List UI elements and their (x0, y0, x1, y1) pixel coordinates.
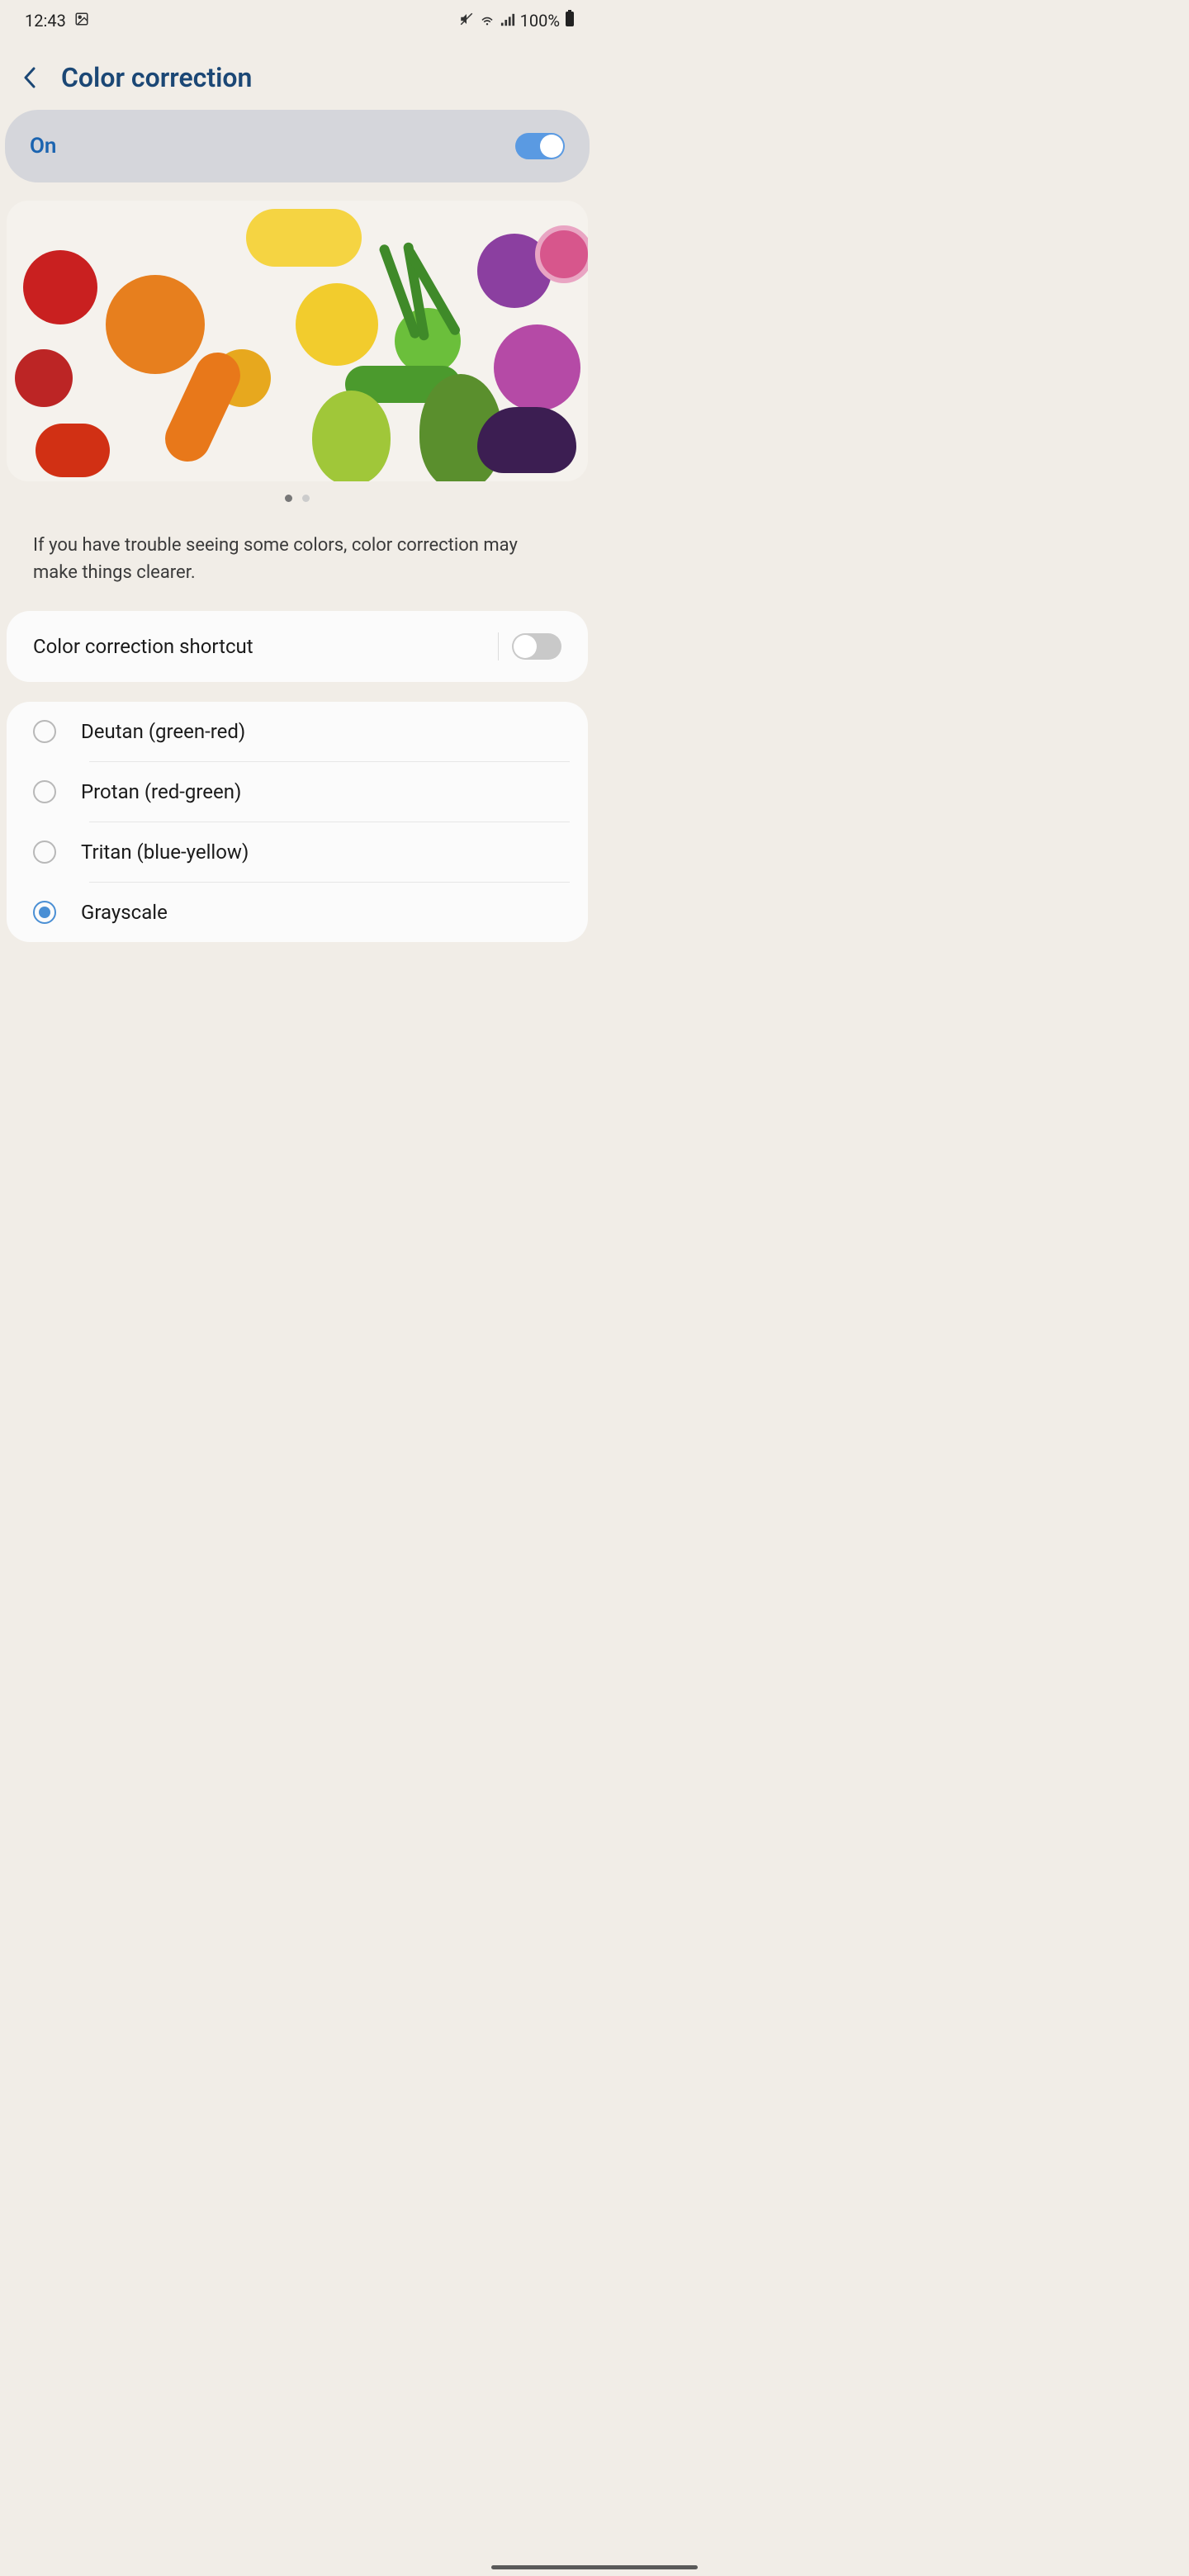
wifi-icon (479, 11, 495, 31)
mode-label: Protan (red-green) (81, 780, 241, 803)
shortcut-toggle-switch[interactable] (512, 633, 561, 660)
pager-dot[interactable] (285, 495, 292, 502)
modes-card: Deutan (green-red) Protan (red-green) Tr… (7, 702, 588, 942)
battery-percent: 100% (520, 11, 560, 31)
mute-icon (459, 11, 474, 31)
mode-label: Deutan (green-red) (81, 720, 245, 743)
shortcut-row[interactable]: Color correction shortcut (7, 611, 588, 682)
header: Color correction (0, 37, 594, 110)
mode-label: Tritan (blue-yellow) (81, 841, 249, 864)
pager-dot[interactable] (302, 495, 310, 502)
gesture-bar[interactable] (491, 2565, 698, 2569)
battery-icon (565, 10, 575, 31)
back-icon[interactable] (23, 66, 40, 89)
description-text: If you have trouble seeing some colors, … (0, 520, 594, 606)
status-bar: 12:43 100% (0, 0, 594, 37)
master-toggle-card[interactable]: On (5, 110, 590, 182)
mode-label: Grayscale (81, 901, 168, 924)
radio-button[interactable] (33, 780, 56, 803)
mode-row-deutan[interactable]: Deutan (green-red) (7, 702, 588, 761)
mode-row-tritan[interactable]: Tritan (blue-yellow) (7, 822, 588, 882)
shortcut-card: Color correction shortcut (7, 611, 588, 682)
mode-row-protan[interactable]: Protan (red-green) (7, 762, 588, 822)
page-title: Color correction (61, 62, 252, 93)
status-time: 12:43 (25, 11, 66, 31)
divider (498, 632, 499, 661)
master-toggle-label: On (30, 134, 56, 159)
radio-button[interactable] (33, 901, 56, 924)
master-toggle-switch[interactable] (515, 133, 565, 159)
radio-button[interactable] (33, 720, 56, 743)
shortcut-label: Color correction shortcut (33, 635, 253, 658)
radio-button[interactable] (33, 841, 56, 864)
preview-image[interactable] (7, 201, 588, 481)
signal-icon (500, 11, 515, 31)
pager-dots (7, 481, 588, 514)
gallery-icon (74, 11, 89, 31)
mode-row-grayscale[interactable]: Grayscale (7, 883, 588, 942)
